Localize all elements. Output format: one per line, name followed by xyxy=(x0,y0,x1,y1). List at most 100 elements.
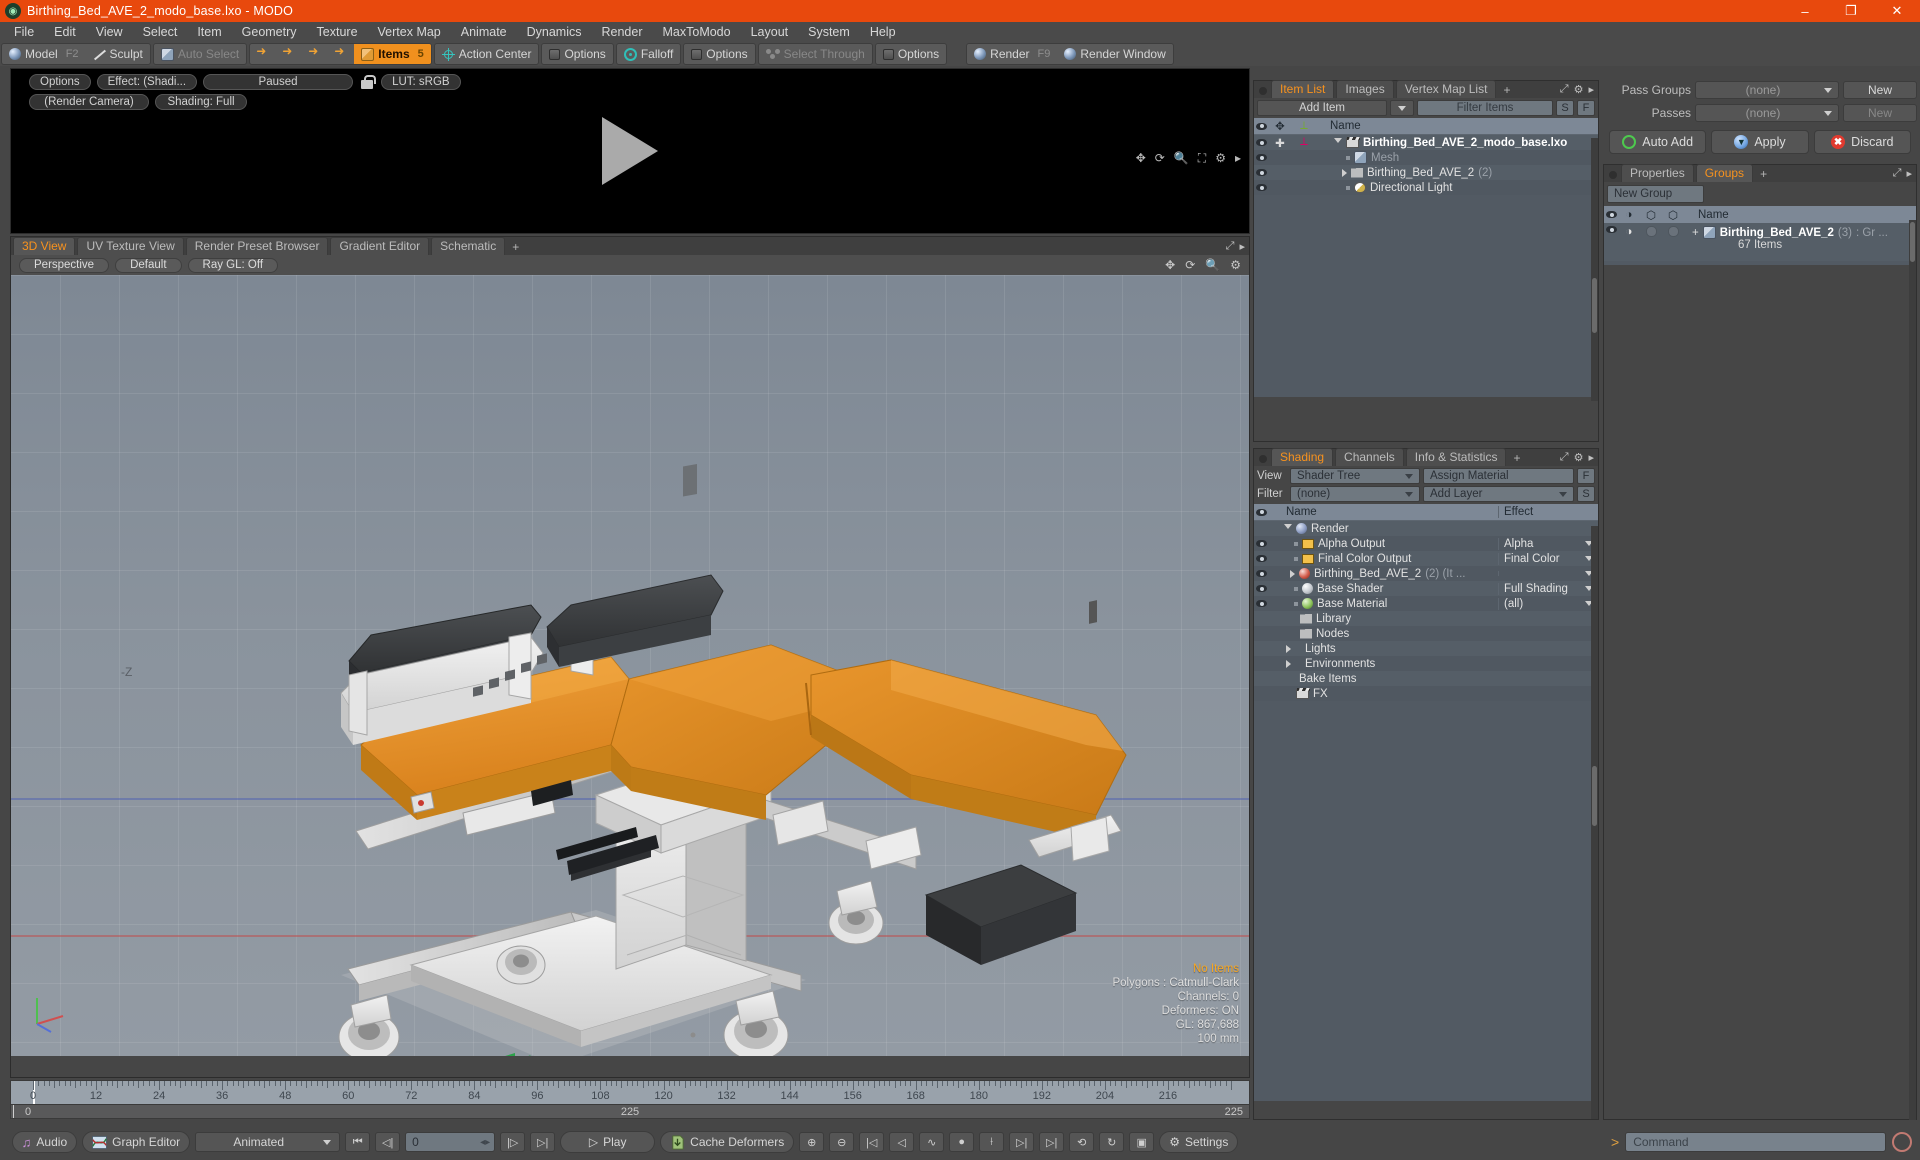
item-list-scroll-thumb[interactable] xyxy=(1592,278,1597,333)
group-row-shade-icon[interactable]: ◑ xyxy=(1618,226,1640,238)
pass-groups-new-button[interactable]: New xyxy=(1843,81,1917,99)
row-eye-icon-3[interactable] xyxy=(1254,169,1268,176)
settings-button[interactable]: ⚙ Settings xyxy=(1159,1131,1239,1153)
auto-add-button[interactable]: Auto Add xyxy=(1609,130,1707,154)
row-add-icon[interactable]: ✚ xyxy=(1268,136,1292,150)
preview-lut-button[interactable]: LUT: sRGB xyxy=(381,73,461,90)
shading-eye-2[interactable] xyxy=(1254,555,1268,562)
frame-spinner-icon[interactable]: ◂▸ xyxy=(480,1137,490,1148)
chevron-right-icon[interactable]: ▸ xyxy=(1235,151,1241,166)
viewport-rotate-icon[interactable]: ⟳ xyxy=(1185,258,1195,272)
tab-vertex-map-list[interactable]: Vertex Map List xyxy=(1395,80,1497,98)
bake-button[interactable]: ▣ xyxy=(1129,1132,1155,1152)
cycle-button[interactable]: ↻ xyxy=(1099,1132,1125,1152)
viewport-raygl-dropdown[interactable]: Ray GL: Off xyxy=(187,257,279,273)
lock-icon[interactable] xyxy=(359,74,377,89)
menu-render[interactable]: Render xyxy=(592,23,653,41)
table-row[interactable]: Base Material (all) xyxy=(1254,596,1598,611)
pan-icon[interactable]: ✥ xyxy=(1136,151,1146,166)
table-row[interactable]: Lights xyxy=(1254,641,1598,656)
shading-eye-5[interactable] xyxy=(1254,600,1268,607)
table-row[interactable]: FX xyxy=(1254,686,1598,701)
shading-eye-4[interactable] xyxy=(1254,585,1268,592)
zoom-icon[interactable]: 🔍 xyxy=(1174,151,1189,166)
shading-tab-add[interactable]: + xyxy=(1508,450,1525,466)
discard-button[interactable]: ✖ Discard xyxy=(1813,130,1911,154)
expander-down-icon[interactable] xyxy=(1334,138,1342,147)
items-select-button[interactable]: Items 5 xyxy=(354,44,431,64)
menu-layout[interactable]: Layout xyxy=(741,23,799,41)
shading-row-4-effect-cell[interactable]: Full Shading xyxy=(1498,582,1598,595)
auto-select-button[interactable]: Auto Select xyxy=(154,44,246,64)
model-mode-button[interactable]: Model F2 xyxy=(2,44,86,64)
table-row[interactable]: Alpha Output Alpha xyxy=(1254,536,1598,551)
falloff-options-button[interactable]: Options xyxy=(684,44,754,64)
expander-right-lights-icon[interactable] xyxy=(1286,644,1291,653)
command-input[interactable]: Command xyxy=(1625,1132,1886,1152)
key-down-button[interactable]: ⊖ xyxy=(829,1132,855,1152)
shading-scrollbar[interactable] xyxy=(1591,526,1598,1119)
expander-plus-icon[interactable]: + xyxy=(1692,227,1699,239)
shading-eye-3[interactable] xyxy=(1254,570,1268,577)
prev-key-2-button[interactable]: ◁ xyxy=(889,1132,915,1152)
row-axis-icon[interactable]: ⟂ xyxy=(1292,136,1316,149)
menu-system[interactable]: System xyxy=(798,23,860,41)
render-window-button[interactable]: Render Window xyxy=(1057,44,1172,64)
table-row[interactable]: ✚ ⟂ Birthing_Bed_AVE_2_modo_base.lxo xyxy=(1254,135,1598,150)
audio-button[interactable]: ♫ Audio xyxy=(11,1131,78,1153)
table-row[interactable]: Library xyxy=(1254,611,1598,626)
menu-geometry[interactable]: Geometry xyxy=(232,23,307,41)
menu-vertex-map[interactable]: Vertex Map xyxy=(368,23,451,41)
viewport-style-dropdown[interactable]: Default xyxy=(115,257,182,273)
groups-list-body[interactable]: ◑ + Birthing_Bed_AVE_2 (3) : Gr ... 67 I… xyxy=(1604,223,1916,265)
item-list-scrollbar[interactable] xyxy=(1591,138,1598,401)
animated-dropdown[interactable]: Animated xyxy=(195,1132,341,1152)
gear-icon[interactable]: ⚙ xyxy=(1215,151,1226,166)
add-item-button[interactable]: Add Item xyxy=(1257,100,1387,116)
polygon-select-button[interactable] xyxy=(302,44,328,64)
falloff-button[interactable]: Falloff xyxy=(617,44,680,64)
chevron-right-icon-vp[interactable]: ▸ xyxy=(1239,240,1245,253)
shading-eye-1[interactable] xyxy=(1254,540,1268,547)
preview-effect-dropdown[interactable]: Effect: (Shadi... xyxy=(96,73,198,90)
shader-tree-dropdown[interactable]: Shader Tree xyxy=(1290,468,1420,484)
loop-button[interactable]: ⟲ xyxy=(1069,1132,1095,1152)
tab-3d-view[interactable]: 3D View xyxy=(13,237,76,255)
add-layer-dropdown[interactable]: Add Layer xyxy=(1423,486,1574,502)
table-row[interactable]: Final Color Output Final Color xyxy=(1254,551,1598,566)
preview-paused-button[interactable]: Paused xyxy=(203,73,354,90)
menu-texture[interactable]: Texture xyxy=(307,23,368,41)
preview-shading-dropdown[interactable]: Shading: Full xyxy=(155,94,247,110)
shading-s-button[interactable]: S xyxy=(1577,486,1595,502)
table-row[interactable]: Render xyxy=(1254,521,1598,536)
play-button[interactable]: ▷ Play xyxy=(560,1131,656,1153)
groups-scroll-thumb[interactable] xyxy=(1910,222,1915,262)
expand-icon-itemlist[interactable]: ⤢ xyxy=(1560,83,1569,96)
tab-images[interactable]: Images xyxy=(1336,80,1394,98)
menu-maxtomodo[interactable]: MaxToModo xyxy=(653,23,741,41)
viewport-gear-icon[interactable]: ⚙ xyxy=(1230,258,1241,272)
expander-right-icon[interactable] xyxy=(1342,168,1347,177)
shading-scroll-thumb[interactable] xyxy=(1592,766,1597,826)
assign-material-button[interactable]: Assign Material xyxy=(1423,468,1574,484)
current-frame-input[interactable]: 0 ◂▸ xyxy=(405,1132,496,1152)
item-list-f-button[interactable]: F xyxy=(1577,100,1595,116)
chevron-right-icon-itemlist[interactable]: ▸ xyxy=(1588,83,1594,96)
next-key-button[interactable]: ▷| xyxy=(1009,1132,1035,1152)
preview-options-button[interactable]: Options xyxy=(29,73,91,90)
apply-button[interactable]: ▼ Apply xyxy=(1711,130,1809,154)
groups-tab-add[interactable]: + xyxy=(1755,166,1772,182)
vertex-select-button[interactable] xyxy=(250,44,276,64)
tab-add-button[interactable]: + xyxy=(507,239,524,255)
menu-item[interactable]: Item xyxy=(187,23,231,41)
expander-right-icon-shading[interactable] xyxy=(1290,569,1295,578)
timeline-ruler[interactable]: 0 12 24 36 48 60 72 84 96 108 120 132 144 156 168 180 19… xyxy=(10,1080,1250,1104)
shading-filter-dropdown[interactable]: (none) xyxy=(1290,486,1420,502)
close-button[interactable]: ✕ xyxy=(1874,0,1920,22)
expander-right-env-icon[interactable] xyxy=(1286,659,1291,668)
maximize-button[interactable]: ❐ xyxy=(1828,0,1874,22)
menu-dynamics[interactable]: Dynamics xyxy=(517,23,592,41)
table-row[interactable]: Mesh xyxy=(1254,150,1598,165)
minimize-button[interactable]: – xyxy=(1782,0,1828,22)
shading-row-1-effect-cell[interactable]: Alpha xyxy=(1498,537,1598,550)
